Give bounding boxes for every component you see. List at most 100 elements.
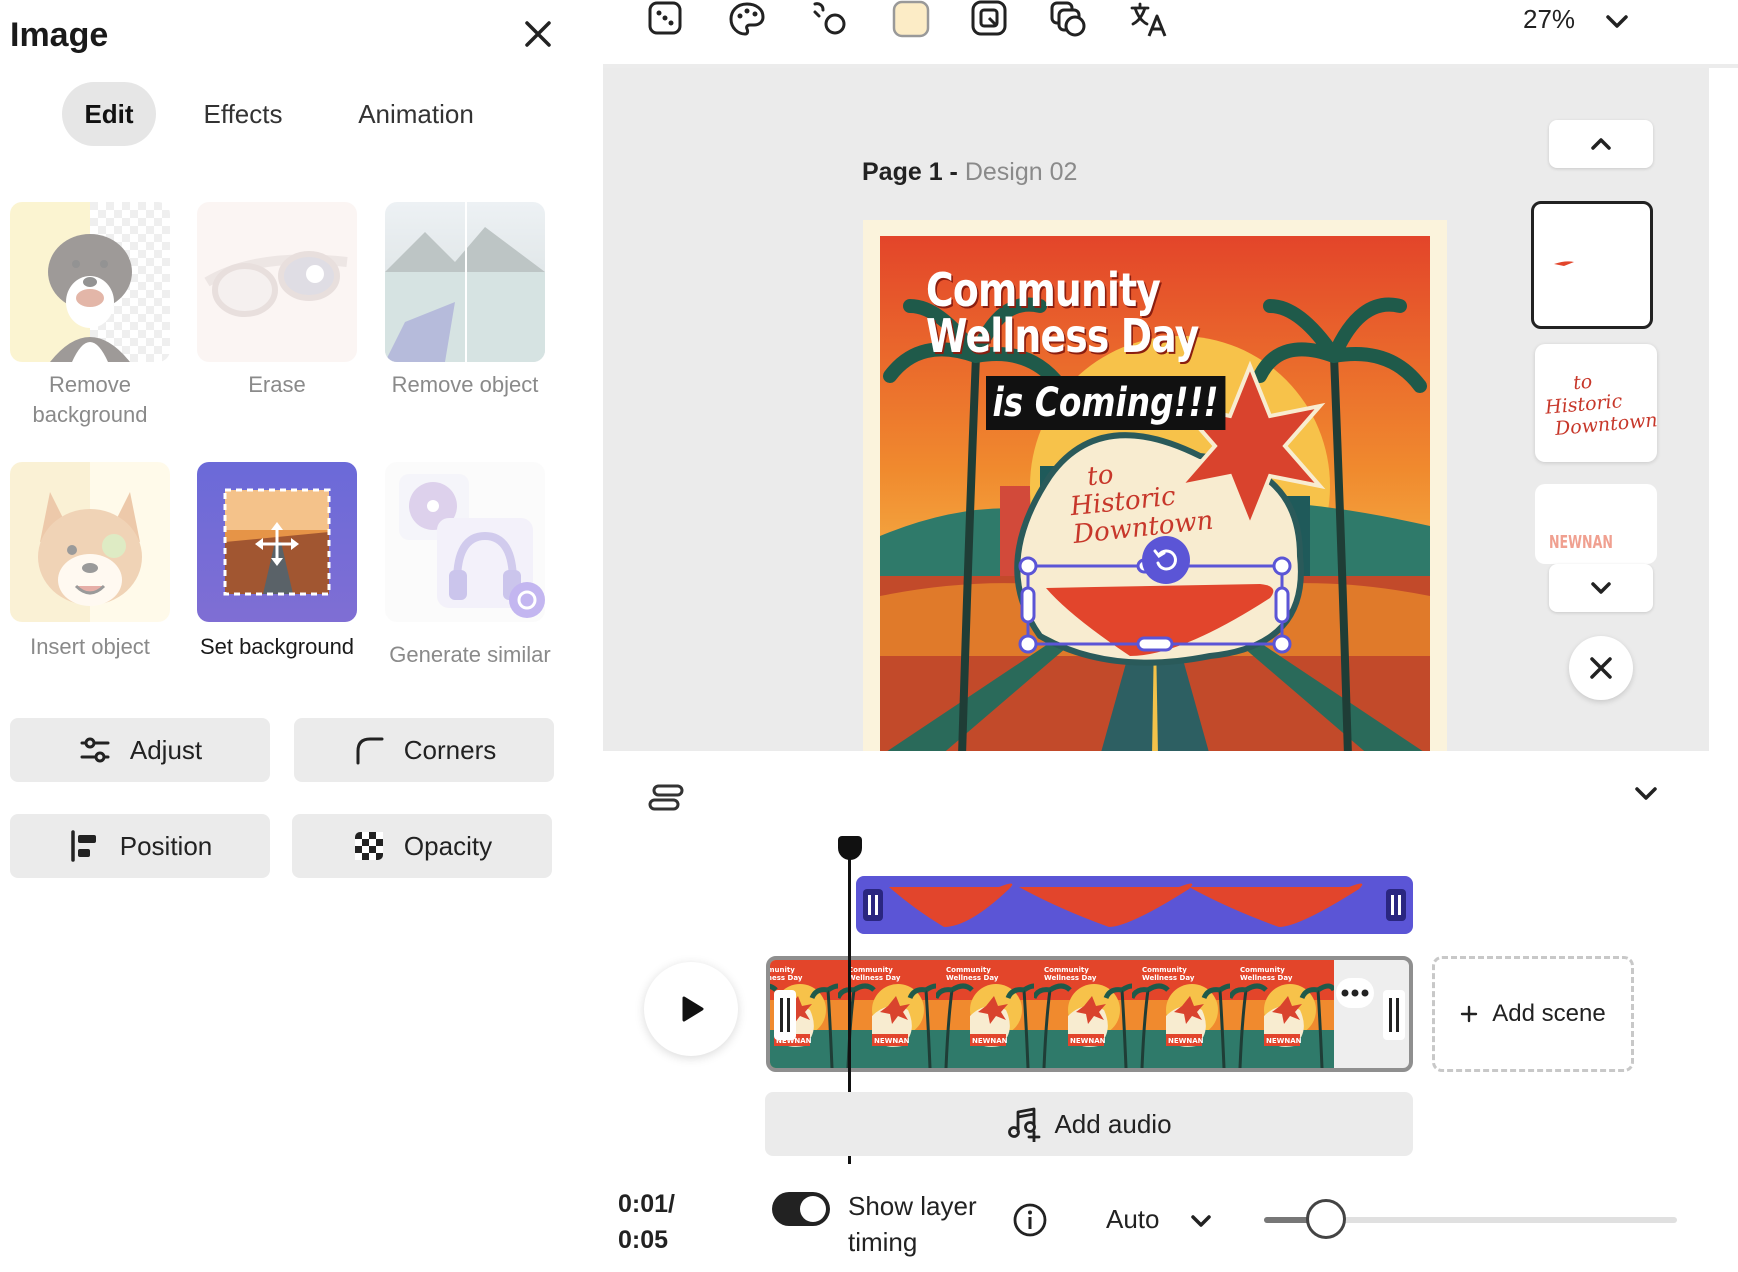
zoom-level[interactable]: 27% bbox=[1523, 4, 1575, 35]
frame-title: Community Wellness Day bbox=[848, 966, 901, 982]
add-audio-button[interactable]: Add audio bbox=[765, 1092, 1413, 1156]
remove-background-tool[interactable] bbox=[10, 202, 170, 362]
crop-frame-button[interactable] bbox=[969, 0, 1017, 40]
remove-background-label: Remove background bbox=[32, 372, 148, 427]
show-layer-timing-toggle[interactable] bbox=[772, 1192, 830, 1226]
info-icon[interactable] bbox=[1012, 1202, 1048, 1238]
rotate-icon bbox=[1153, 549, 1177, 571]
scroll-pages-down-button[interactable] bbox=[1549, 564, 1653, 612]
scene-more-button[interactable] bbox=[1336, 978, 1374, 1008]
remove-object-tool[interactable] bbox=[385, 202, 545, 362]
generate-similar-label: Generate similar bbox=[389, 642, 551, 667]
tab-edit[interactable]: Edit bbox=[62, 82, 156, 146]
frame-title: Community Wellness Day bbox=[767, 966, 803, 982]
color-swatch-icon bbox=[892, 0, 930, 38]
chevron-down-icon[interactable] bbox=[1630, 778, 1662, 810]
play-icon bbox=[682, 996, 704, 1022]
scene-trim-right-handle[interactable] bbox=[1383, 990, 1405, 1040]
time-display: 0:01/ 0:05 bbox=[618, 1186, 675, 1258]
thumb-3-text: NEWNAN bbox=[1549, 532, 1613, 553]
frame-label: NEWNAN bbox=[1168, 1037, 1204, 1045]
add-scene-label: Add scene bbox=[1492, 1000, 1606, 1027]
chevron-down-icon[interactable] bbox=[1186, 1206, 1216, 1236]
panel-title: Image bbox=[10, 16, 109, 54]
layer-timing-track[interactable] bbox=[856, 876, 1413, 934]
thumb-1-preview bbox=[1554, 261, 1574, 266]
play-button[interactable] bbox=[644, 962, 738, 1056]
poster-title-line3[interactable]: is Coming!!! bbox=[986, 376, 1226, 430]
add-scene-button[interactable]: Add scene bbox=[1432, 956, 1634, 1072]
scene-frame: Community Wellness Day NEWNAN bbox=[835, 960, 945, 1068]
layers-copy-button[interactable] bbox=[1049, 0, 1097, 40]
frame-title: Community Wellness Day bbox=[946, 966, 999, 982]
corners-button[interactable]: Corners bbox=[294, 718, 554, 782]
lake-kayak-icon bbox=[385, 202, 545, 362]
headphones-generate-icon bbox=[399, 474, 545, 618]
canvas-area: Page 1 - Design 02 Community Wellness Da… bbox=[603, 68, 1709, 751]
layers-stack-icon[interactable] bbox=[648, 780, 688, 816]
show-layer-timing-label: Show layer timing bbox=[848, 1191, 977, 1257]
translate-button[interactable] bbox=[1129, 0, 1177, 40]
link-shapes-icon bbox=[813, 2, 846, 35]
erase-tool[interactable] bbox=[197, 202, 357, 362]
rotate-handle[interactable] bbox=[1142, 536, 1190, 584]
corner-radius-icon bbox=[356, 737, 384, 765]
align-left-icon bbox=[71, 830, 96, 862]
plus-icon bbox=[1461, 1005, 1478, 1023]
adjust-label: Adjust bbox=[129, 734, 203, 765]
color-palette-button[interactable] bbox=[727, 0, 775, 40]
grip-icon bbox=[780, 998, 790, 1032]
opacity-label: Opacity bbox=[403, 830, 493, 861]
poster-title-line2[interactable]: Wellness Day bbox=[926, 312, 1199, 360]
layer-track-preview bbox=[859, 879, 1410, 931]
tab-effects[interactable]: Effects bbox=[188, 82, 298, 146]
position-button[interactable]: Position bbox=[10, 814, 270, 878]
corners-label: Corners bbox=[403, 734, 497, 765]
tab-animation[interactable]: Animation bbox=[344, 82, 488, 146]
frame-label: NEWNAN bbox=[1266, 1037, 1302, 1045]
opacity-button[interactable]: Opacity bbox=[292, 814, 552, 878]
close-pages-button[interactable] bbox=[1569, 636, 1633, 700]
sunglasses-erase-icon bbox=[204, 251, 348, 317]
layers-copy-icon bbox=[1050, 1, 1086, 37]
frame-title: Community Wellness Day bbox=[1044, 966, 1097, 982]
frame-label: NEWNAN bbox=[972, 1037, 1008, 1045]
page-name[interactable]: Design 02 bbox=[965, 158, 1078, 186]
timeline-zoom-slider[interactable] bbox=[1264, 1199, 1677, 1239]
replace-button[interactable] bbox=[645, 0, 693, 40]
current-time: 0:01/ bbox=[618, 1190, 675, 1218]
adjust-button[interactable]: Adjust bbox=[10, 718, 270, 782]
close-icon bbox=[525, 21, 551, 47]
chevron-up-icon bbox=[1591, 138, 1611, 150]
page-number: Page 1 - bbox=[862, 158, 958, 186]
scene-frame: Community Wellness Day NEWNAN bbox=[1129, 960, 1239, 1068]
playhead-handle[interactable] bbox=[838, 836, 862, 860]
shiba-dog-icon bbox=[38, 492, 142, 606]
color-swatch-button[interactable] bbox=[891, 0, 939, 40]
chevron-down-icon[interactable] bbox=[1601, 6, 1633, 38]
scroll-pages-up-button[interactable] bbox=[1549, 120, 1653, 168]
scene-frame: Community Wellness Day NEWNAN bbox=[1227, 960, 1337, 1068]
generate-similar-tool[interactable] bbox=[385, 462, 545, 622]
poster-artwork: Community Wellness Day is Coming!!! to H… bbox=[880, 236, 1430, 751]
chevron-down-icon bbox=[1591, 582, 1611, 594]
page-thumb-2[interactable]: to Historic Downtown bbox=[1535, 344, 1657, 462]
scene-frame: Community Wellness Day NEWNAN bbox=[933, 960, 1043, 1068]
page-label: Page 1 - Design 02 bbox=[862, 158, 1077, 187]
page-thumb-1[interactable] bbox=[1531, 201, 1653, 329]
scene-trim-left-handle[interactable] bbox=[774, 990, 796, 1040]
remove-object-label: Remove object bbox=[391, 372, 539, 397]
poster-script-text[interactable]: to Historic Downtown bbox=[1066, 451, 1215, 550]
set-background-tool[interactable] bbox=[197, 462, 357, 622]
poster-title-line1[interactable]: Community bbox=[926, 266, 1161, 314]
link-shapes-button[interactable] bbox=[809, 0, 857, 40]
scene-track[interactable]: Community Wellness Day NEWNAN Community We… bbox=[766, 956, 1413, 1072]
slider-thumb[interactable] bbox=[1306, 1199, 1346, 1239]
timing-mode-select[interactable]: Auto bbox=[1106, 1204, 1160, 1235]
insert-object-tool[interactable] bbox=[10, 462, 170, 622]
close-panel-button[interactable] bbox=[516, 14, 560, 58]
page-thumb-3[interactable]: NEWNAN bbox=[1535, 484, 1657, 564]
insert-object-label: Insert object bbox=[30, 634, 150, 659]
opacity-checker-icon bbox=[354, 832, 383, 860]
design-page[interactable]: Community Wellness Day is Coming!!! to H… bbox=[863, 220, 1447, 751]
